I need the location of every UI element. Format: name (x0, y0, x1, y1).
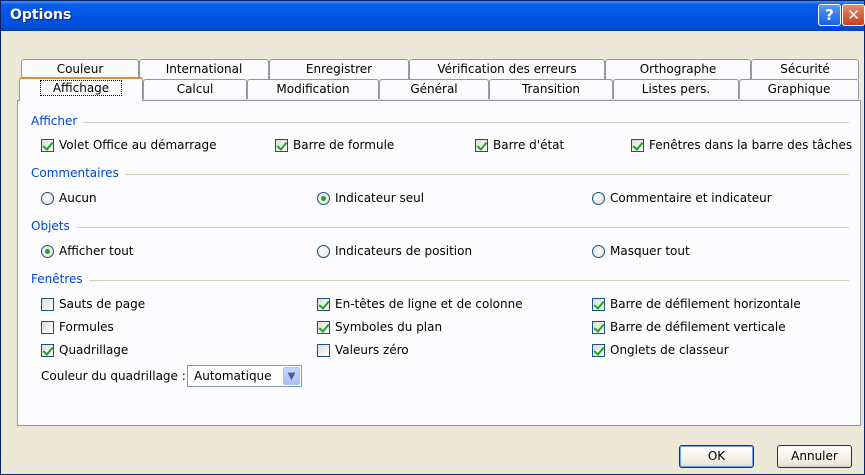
radio-label: Masquer tout (610, 244, 690, 258)
tab-international[interactable]: International (139, 59, 269, 79)
checkbox-box[interactable] (41, 138, 54, 152)
help-button[interactable]: ? (818, 4, 841, 26)
group-divider (31, 174, 849, 175)
checkbox-label: Barre de formule (293, 138, 395, 152)
checkbox-barre-formule[interactable]: Barre de formule (275, 138, 394, 152)
checkbox-formules[interactable]: Formules (41, 320, 114, 334)
checkbox-defilement-horizontal[interactable]: Barre de défilement horizontale (592, 297, 801, 311)
checkbox-sauts-page[interactable]: Sauts de page (41, 297, 145, 311)
checkbox-box[interactable] (317, 297, 330, 311)
group-divider (31, 280, 849, 281)
checkbox-label: Barre de défilement horizontale (610, 297, 801, 311)
ok-button[interactable]: OK (679, 445, 754, 468)
group-title-afficher: Afficher (31, 114, 84, 128)
checkbox-label: Formules (59, 320, 114, 334)
group-title-commentaires: Commentaires (31, 166, 125, 180)
tab-calcul[interactable]: Calcul (143, 79, 247, 99)
checkbox-onglets-classeur[interactable]: Onglets de classeur (592, 343, 729, 357)
checkbox-box[interactable] (275, 138, 288, 152)
checkbox-label: Quadrillage (59, 343, 129, 357)
radio-circle[interactable] (592, 244, 605, 258)
radio-label: Commentaire et indicateur (610, 191, 772, 205)
checkbox-label: Volet Office au démarrage (59, 138, 217, 152)
checkbox-box[interactable] (475, 138, 488, 152)
tab-affichage[interactable]: Affichage (19, 77, 143, 101)
gridline-color-value: Automatique (194, 369, 272, 383)
checkbox-label: Fenêtres dans la barre des tâches (649, 138, 853, 152)
checkbox-box[interactable] (631, 138, 644, 152)
tab-couleur[interactable]: Couleur (21, 59, 139, 79)
checkbox-box[interactable] (41, 297, 54, 311)
checkbox-label: En-têtes de ligne et de colonne (335, 297, 523, 311)
checkbox-box[interactable] (41, 320, 54, 334)
radio-masquer-tout[interactable]: Masquer tout (592, 244, 690, 258)
gridline-color-select[interactable]: Automatique ▼ (187, 365, 302, 387)
radio-aucun[interactable]: Aucun (41, 191, 97, 205)
tab-enregistrer[interactable]: Enregistrer (269, 59, 409, 79)
group-title-objets: Objets (31, 219, 76, 233)
checkbox-box[interactable] (41, 343, 54, 357)
checkbox-barre-etat[interactable]: Barre d'état (475, 138, 564, 152)
tab-modification[interactable]: Modification (247, 79, 379, 99)
radio-label: Aucun (59, 191, 97, 205)
checkbox-label: Onglets de classeur (610, 343, 729, 357)
checkbox-volet-office[interactable]: Volet Office au démarrage (41, 138, 217, 152)
checkbox-label: Barre de défilement verticale (610, 320, 786, 334)
group-divider (31, 122, 849, 123)
close-button[interactable]: ✕ (842, 4, 865, 26)
radio-label: Afficher tout (59, 244, 134, 258)
radio-indicateur-seul[interactable]: Indicateur seul (317, 191, 424, 205)
checkbox-quadrillage[interactable]: Quadrillage (41, 343, 128, 357)
checkbox-label: Sauts de page (59, 297, 146, 311)
checkbox-label: Barre d'état (493, 138, 565, 152)
group-divider (31, 227, 849, 228)
checkbox-label: Valeurs zéro (335, 343, 409, 357)
radio-label: Indicateur seul (335, 191, 425, 205)
checkbox-defilement-vertical[interactable]: Barre de défilement verticale (592, 320, 786, 334)
group-title-fenetres: Fenêtres (31, 272, 89, 286)
checkbox-box[interactable] (592, 320, 605, 334)
tab-transition[interactable]: Transition (489, 79, 613, 99)
tab-listes-pers[interactable]: Listes pers. (613, 79, 739, 99)
checkbox-box[interactable] (317, 343, 330, 357)
radio-indicateurs-position[interactable]: Indicateurs de position (317, 244, 472, 258)
tab-affichage-label: Affichage (39, 80, 123, 96)
checkbox-box[interactable] (592, 297, 605, 311)
window-title: Options (10, 7, 72, 23)
tab-orthographe[interactable]: Orthographe (605, 59, 751, 79)
options-dialog: Options ? ✕ Couleur International Enregi… (0, 0, 865, 475)
checkbox-fenetres-barre-taches[interactable]: Fenêtres dans la barre des tâches (631, 138, 852, 152)
checkbox-box[interactable] (592, 343, 605, 357)
radio-circle[interactable] (317, 191, 330, 205)
checkbox-symboles-plan[interactable]: Symboles du plan (317, 320, 442, 334)
chevron-down-icon[interactable]: ▼ (283, 367, 300, 385)
radio-circle[interactable] (317, 244, 330, 258)
title-bar[interactable]: Options ? ✕ (1, 1, 865, 31)
checkbox-box[interactable] (317, 320, 330, 334)
checkbox-en-tetes[interactable]: En-têtes de ligne et de colonne (317, 297, 523, 311)
radio-circle[interactable] (592, 191, 605, 205)
checkbox-valeurs-zero[interactable]: Valeurs zéro (317, 343, 409, 357)
radio-afficher-tout[interactable]: Afficher tout (41, 244, 134, 258)
tab-general[interactable]: Général (379, 79, 489, 99)
tab-verification-erreurs[interactable]: Vérification des erreurs (409, 59, 605, 79)
gridline-color-label: Couleur du quadrillage : (41, 369, 186, 383)
cancel-button[interactable]: Annuler (777, 445, 852, 468)
radio-commentaire-indicateur[interactable]: Commentaire et indicateur (592, 191, 772, 205)
radio-circle[interactable] (41, 244, 54, 258)
tab-graphique[interactable]: Graphique (739, 79, 859, 99)
radio-label: Indicateurs de position (335, 244, 473, 258)
radio-circle[interactable] (41, 191, 54, 205)
checkbox-label: Symboles du plan (335, 320, 443, 334)
tab-securite[interactable]: Sécurité (751, 59, 859, 79)
